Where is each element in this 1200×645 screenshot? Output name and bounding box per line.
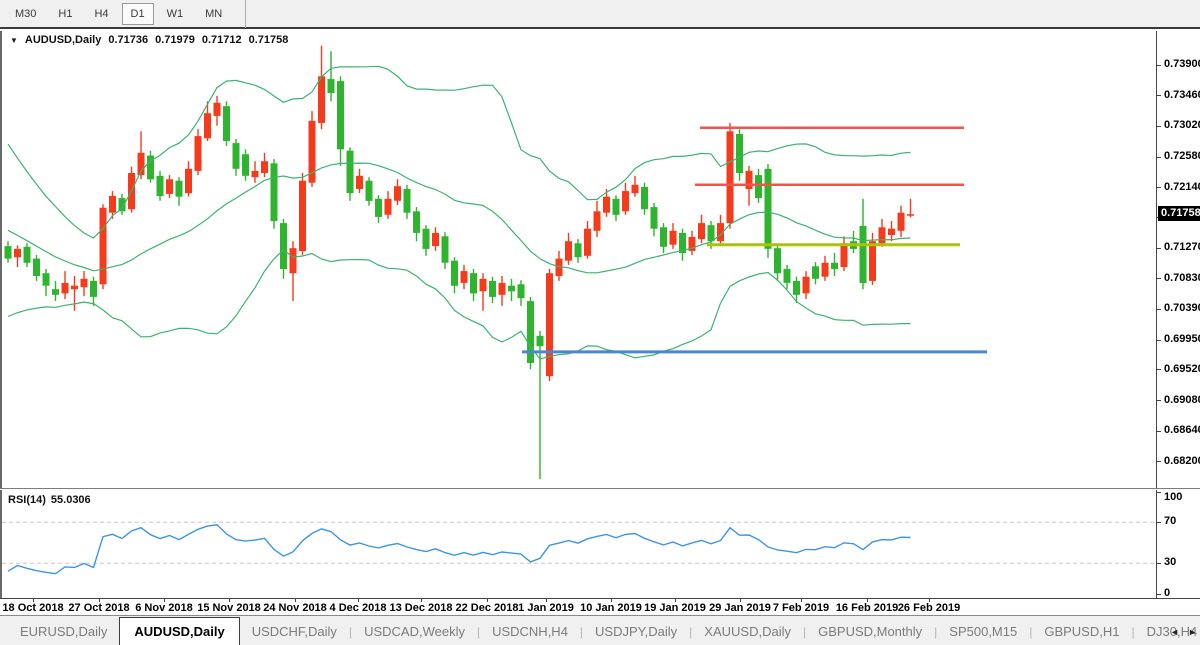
timeframe-button-w1[interactable]: W1 — [158, 3, 193, 25]
price-axis-label: 0.68200 — [1164, 455, 1200, 467]
price-axis-tick — [1157, 369, 1161, 370]
price-axis-label: 0.68640 — [1164, 424, 1200, 436]
price-axis-label: 0.70390 — [1164, 302, 1200, 314]
rsi-indicator-name: RSI(14) — [8, 494, 46, 506]
chart-tab-usdcad-weekly[interactable]: USDCAD,Weekly — [352, 621, 477, 642]
timeframe-toolbar: M30 H1 H4 D1 W1 MN — [0, 0, 1200, 29]
chart-tab-sp500-m15[interactable]: SP500,M15 — [937, 621, 1029, 642]
price-axis-tick — [1157, 278, 1161, 279]
chart-tab-xauusd-daily[interactable]: XAUUSD,Daily — [692, 621, 803, 642]
rsi-indicator-value: 55.0306 — [51, 494, 91, 506]
tab-scroll-buttons: ◄ ► — [1170, 627, 1197, 637]
chart-tab-bar: EURUSD,DailyAUDUSD,DailyUSDCHF,Daily|USD… — [0, 615, 1200, 645]
price-axis-tick — [1157, 248, 1161, 249]
timeframe-button-d1[interactable]: D1 — [122, 3, 154, 25]
rsi-canvas[interactable] — [2, 490, 1156, 598]
chart-tab-eurusd-daily[interactable]: EURUSD,Daily — [8, 621, 119, 642]
price-chart-pane[interactable]: ▼ AUDUSD,Daily 0.71736 0.71979 0.71712 0… — [0, 31, 1156, 488]
price-axis-tick — [1157, 461, 1161, 462]
date-axis-label: 18 Oct 2018 — [2, 602, 63, 614]
rsi-axis-tick — [1157, 522, 1161, 523]
date-axis-label: 7 Feb 2019 — [773, 602, 829, 614]
current-price-badge: 0.71758 — [1158, 206, 1200, 221]
date-axis-label: 16 Feb 2019 — [836, 602, 898, 614]
chart-tab-audusd-daily[interactable]: AUDUSD,Daily — [119, 617, 239, 645]
date-axis-label: 24 Nov 2018 — [263, 602, 327, 614]
price-axis-tick — [1157, 400, 1161, 401]
chart-tab-usdchf-daily[interactable]: USDCHF,Daily — [240, 621, 349, 642]
rsi-axis-label: 70 — [1164, 515, 1176, 527]
chart-tab-gbpusd-h1[interactable]: GBPUSD,H1 — [1032, 621, 1131, 642]
chart-tab-usdcnh-h4[interactable]: USDCNH,H4 — [480, 621, 580, 642]
price-axis-label: 0.72580 — [1164, 150, 1200, 162]
rsi-line — [8, 525, 911, 574]
price-axis-tick — [1157, 95, 1161, 96]
price-axis-label: 0.73900 — [1164, 58, 1200, 70]
price-axis-tick — [1157, 187, 1161, 188]
rsi-axis: 10070300 — [1156, 490, 1200, 598]
price-chart-canvas[interactable] — [2, 31, 1156, 488]
ohlc-low-value: 0.71712 — [202, 34, 242, 46]
date-axis-label: 6 Nov 2018 — [135, 602, 192, 614]
date-axis-label: 10 Jan 2019 — [580, 602, 642, 614]
rsi-axis-label: 100 — [1164, 491, 1182, 503]
price-axis-tick — [1157, 157, 1161, 158]
price-axis-label: 0.73020 — [1164, 119, 1200, 131]
price-axis-tick — [1157, 126, 1161, 127]
chart-tab-gbpusd-monthly[interactable]: GBPUSD,Monthly — [806, 621, 934, 642]
date-axis-label: 19 Jan 2019 — [644, 602, 706, 614]
date-axis-label: 27 Oct 2018 — [68, 602, 129, 614]
date-axis[interactable]: 18 Oct 2018 27 Oct 2018 6 Nov 2018 15 Nov 2… — [0, 598, 1200, 615]
toolbar-divider — [245, 0, 246, 28]
price-axis-label: 0.70830 — [1164, 272, 1200, 284]
price-axis-tick — [1157, 309, 1161, 310]
date-axis-label: 13 Dec 2018 — [390, 602, 453, 614]
timeframe-button-h1[interactable]: H1 — [49, 3, 81, 25]
price-axis-tick — [1157, 340, 1161, 341]
price-axis-label: 0.69950 — [1164, 333, 1200, 345]
price-axis-label: 0.71270 — [1164, 241, 1200, 253]
chart-tab-usdjpy-daily[interactable]: USDJPY,Daily — [583, 621, 689, 642]
date-axis-label: 26 Feb 2019 — [898, 602, 960, 614]
tab-scroll-left-icon[interactable]: ◄ — [1170, 627, 1179, 637]
rsi-axis-tick — [1157, 594, 1161, 595]
price-axis-label: 0.72140 — [1164, 181, 1200, 193]
price-axis-tick — [1157, 431, 1161, 432]
chart-symbol-label: AUDUSD,Daily — [25, 34, 101, 46]
rsi-axis-tick — [1157, 563, 1161, 564]
price-axis-label: 0.69520 — [1164, 363, 1200, 375]
rsi-axis-tick — [1157, 492, 1161, 493]
trading-terminal-window: M30 H1 H4 D1 W1 MN ▼ AUDUSD,Daily 0.7173… — [0, 0, 1200, 645]
price-axis-label: 0.73460 — [1164, 89, 1200, 101]
rsi-axis-label: 30 — [1164, 556, 1176, 568]
ohlc-close-value: 0.71758 — [249, 34, 289, 46]
date-axis-label: 29 Jan 2019 — [709, 602, 771, 614]
date-axis-label: 4 Dec 2018 — [330, 602, 387, 614]
tab-scroll-right-icon[interactable]: ► — [1188, 627, 1197, 637]
price-axis-tick — [1157, 65, 1161, 66]
price-axis-label: 0.69080 — [1164, 394, 1200, 406]
timeframe-button-mn[interactable]: MN — [196, 3, 231, 25]
date-axis-label: 1 Jan 2019 — [518, 602, 574, 614]
timeframe-button-m30[interactable]: M30 — [6, 3, 45, 25]
ohlc-open-value: 0.71736 — [108, 34, 148, 46]
rsi-label: RSI(14) 55.0306 — [8, 494, 91, 506]
chevron-down-icon[interactable]: ▼ — [10, 36, 18, 45]
rsi-indicator-pane[interactable]: RSI(14) 55.0306 — [0, 490, 1156, 598]
price-axis[interactable]: 0.71758 0.73900 0.73460 0.73020 0.72580 0.72… — [1156, 31, 1200, 488]
chart-title: ▼ AUDUSD,Daily 0.71736 0.71979 0.71712 0… — [10, 34, 288, 46]
date-axis-label: 15 Nov 2018 — [197, 602, 261, 614]
date-axis-label: 22 Dec 2018 — [456, 602, 519, 614]
ohlc-high-value: 0.71979 — [155, 34, 195, 46]
timeframe-button-h4[interactable]: H4 — [85, 3, 117, 25]
